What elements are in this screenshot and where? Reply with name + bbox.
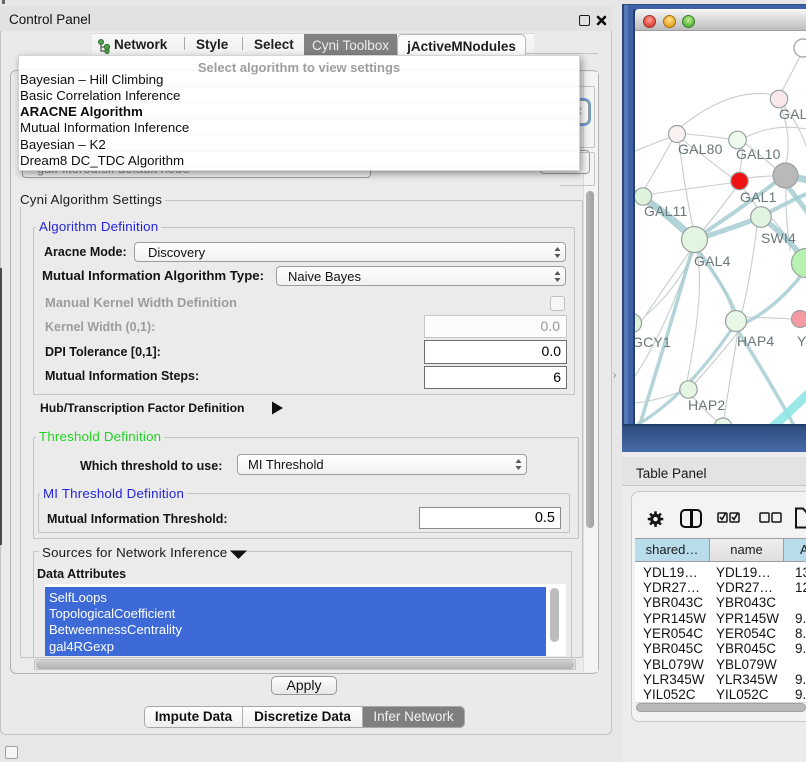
svg-text:HAP4: HAP4 (737, 333, 774, 349)
svg-text:GAL1: GAL1 (740, 189, 777, 205)
svg-text:SWI4: SWI4 (761, 230, 796, 246)
svg-text:Y: Y (797, 333, 806, 349)
svg-text:GAL: GAL (779, 106, 806, 122)
svg-text:GAL4: GAL4 (694, 253, 731, 269)
svg-text:GAL10: GAL10 (736, 146, 781, 162)
svg-text:GAL80: GAL80 (678, 141, 723, 157)
svg-text:HAP2: HAP2 (688, 397, 725, 413)
svg-text:GCY1: GCY1 (635, 334, 671, 350)
svg-text:GAL11: GAL11 (644, 203, 688, 219)
